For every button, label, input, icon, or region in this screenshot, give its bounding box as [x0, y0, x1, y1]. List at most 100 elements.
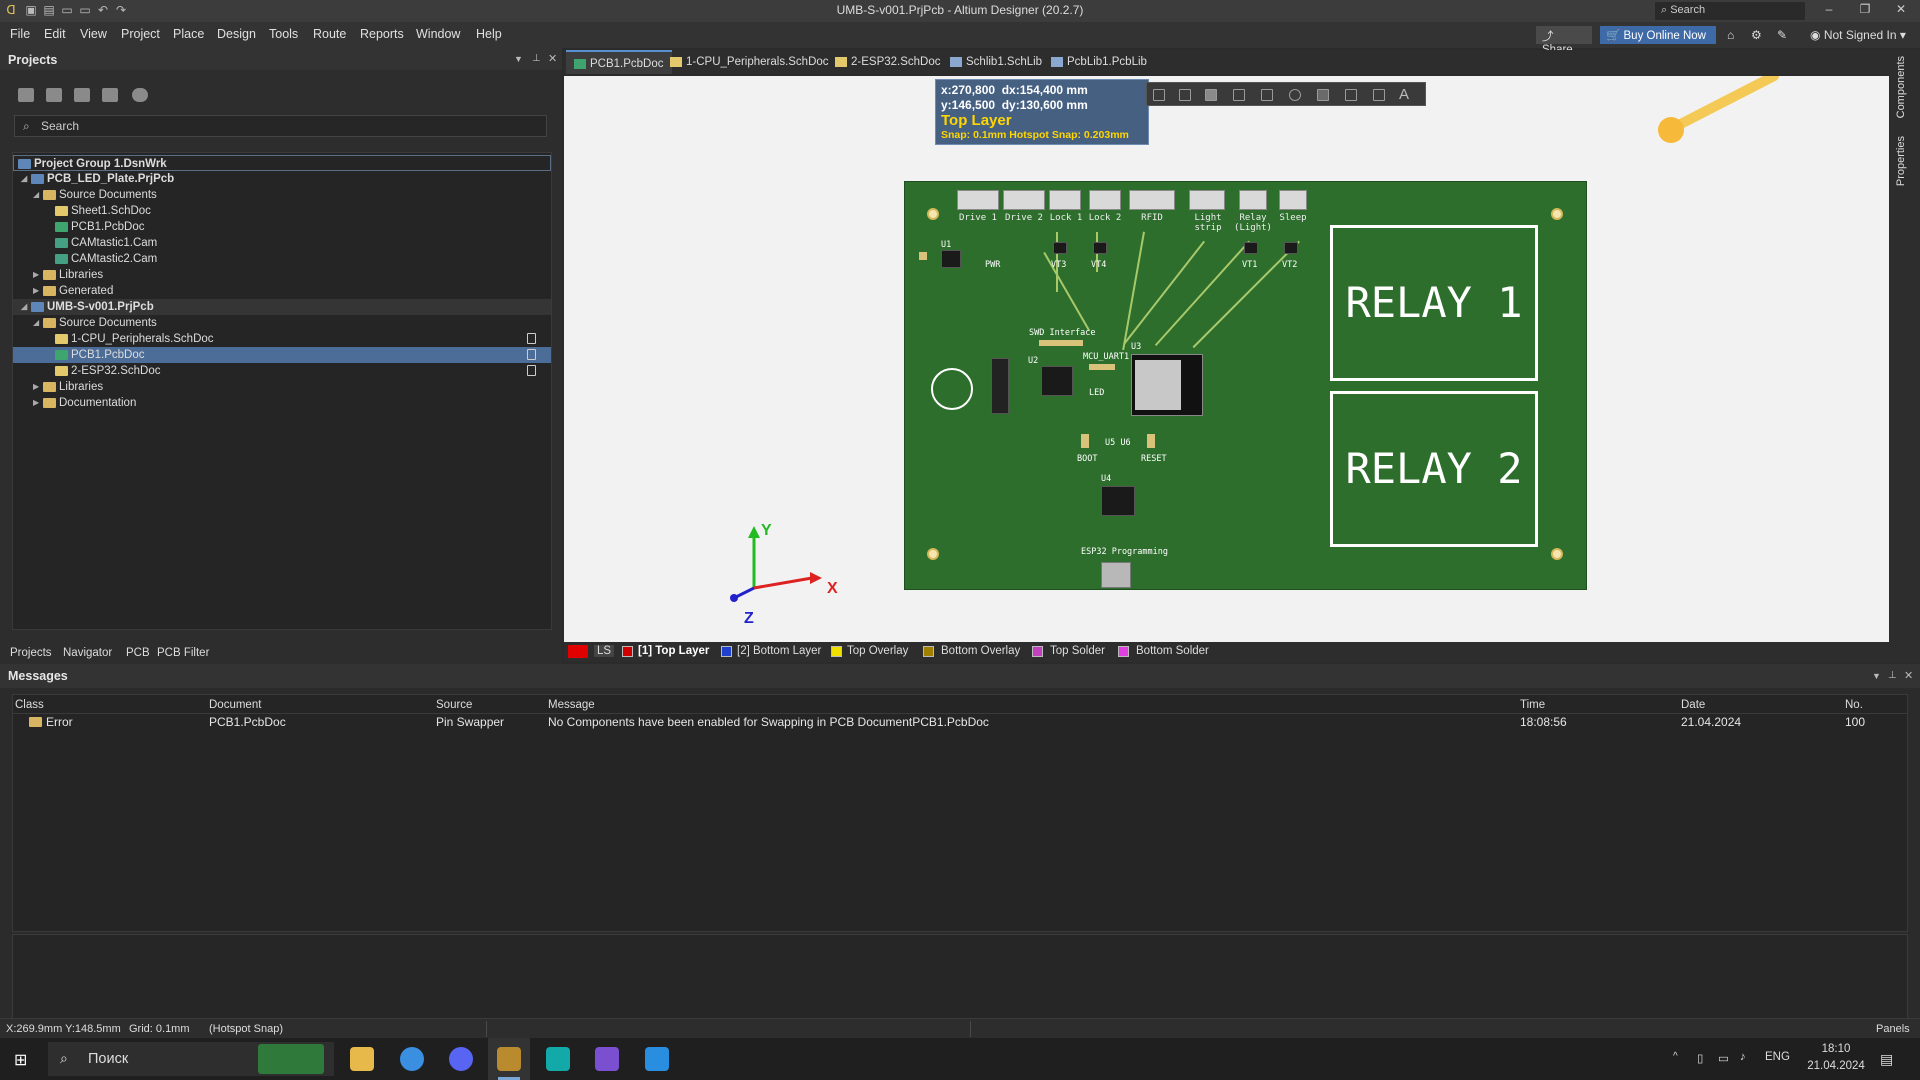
tree-folder-libraries[interactable]: ▶ Libraries — [13, 379, 551, 395]
col-document[interactable]: Document — [209, 699, 261, 711]
menu-route[interactable]: Route — [313, 27, 346, 41]
col-date[interactable]: Date — [1681, 699, 1705, 711]
menu-view[interactable]: View — [80, 27, 107, 41]
place-component-icon[interactable] — [1205, 89, 1217, 101]
layer-tab-bottom-solder[interactable]: Bottom Solder — [1136, 645, 1209, 657]
tray-volume-icon[interactable]: ♪ — [1740, 1051, 1746, 1063]
collapsed-arrow-icon[interactable]: ▶ — [33, 395, 39, 411]
gear-icon[interactable]: ⚙ — [1751, 28, 1762, 42]
chrome-icon[interactable] — [400, 1047, 424, 1071]
menu-reports[interactable]: Reports — [360, 27, 404, 41]
col-no[interactable]: No. — [1845, 699, 1863, 711]
tab-cpu-peripherals[interactable]: 1-CPU_Peripherals.SchDoc — [662, 50, 837, 74]
menu-place[interactable]: Place — [173, 27, 204, 41]
add-existing-icon[interactable] — [74, 88, 90, 102]
layer-tab-top-overlay[interactable]: Top Overlay — [847, 645, 908, 657]
vscode-icon[interactable] — [645, 1047, 669, 1071]
notifications-icon[interactable]: ✎ — [1777, 28, 1787, 42]
tab-pcb1-pcbdoc[interactable]: PCB1.PcbDoc — [566, 50, 672, 74]
tray-date[interactable]: 21.04.2024 — [1806, 1060, 1866, 1072]
fill-icon[interactable] — [1317, 89, 1329, 101]
panel-menu-icon[interactable]: ▼ — [514, 54, 523, 64]
panels-button[interactable]: Panels — [1876, 1023, 1910, 1035]
tree-folder-source[interactable]: ◢ Source Documents — [13, 315, 551, 331]
layer-tab-top-solder[interactable]: Top Solder — [1050, 645, 1105, 657]
save-project-icon[interactable] — [18, 88, 34, 102]
layer-tab-top[interactable]: [1] Top Layer — [638, 645, 709, 657]
table-row[interactable]: Error PCB1.PcbDoc Pin Swapper No Compone… — [13, 714, 1907, 730]
taskbar-search-input[interactable]: ⌕ Поиск — [48, 1042, 334, 1076]
via-icon[interactable] — [1289, 89, 1301, 101]
layer-swatch-bottom[interactable] — [721, 646, 732, 657]
obsidian-icon[interactable] — [595, 1047, 619, 1071]
dimension-icon[interactable] — [1373, 89, 1385, 101]
tree-doc[interactable]: 2-ESP32.SchDoc — [13, 363, 551, 379]
layer-swatch-top-overlay[interactable] — [831, 646, 842, 657]
region-icon[interactable] — [1345, 89, 1357, 101]
layer-swatch-top-solder[interactable] — [1032, 646, 1043, 657]
layer-set-button[interactable]: LS — [594, 645, 615, 657]
tab-pcb-filter[interactable]: PCB Filter — [157, 647, 209, 659]
discord-icon[interactable] — [449, 1047, 473, 1071]
tab-pcb[interactable]: PCB — [126, 647, 150, 659]
collapsed-arrow-icon[interactable]: ▶ — [33, 283, 39, 299]
layer-tab-bottom-overlay[interactable]: Bottom Overlay — [941, 645, 1020, 657]
tab-projects[interactable]: Projects — [10, 647, 52, 659]
tree-doc[interactable]: PCB1.PcbDoc — [13, 219, 551, 235]
interactive-route-icon[interactable] — [1261, 89, 1273, 101]
tree-doc[interactable]: CAMtastic2.Cam — [13, 251, 551, 267]
expanded-arrow-icon[interactable]: ◢ — [33, 315, 39, 331]
project-options-icon[interactable] — [132, 88, 148, 102]
tree-doc[interactable]: CAMtastic1.Cam — [13, 235, 551, 251]
tab-schlib[interactable]: Schlib1.SchLib — [942, 50, 1050, 74]
tab-components[interactable]: Components — [1895, 56, 1907, 118]
tray-time[interactable]: 18:10 — [1806, 1043, 1866, 1055]
tab-esp32[interactable]: 2-ESP32.SchDoc — [827, 50, 949, 74]
route-icon[interactable] — [1233, 89, 1245, 101]
close-doc-icon[interactable] — [102, 88, 118, 102]
tree-project-umb[interactable]: ◢ UMB-S-v001.PrjPcb — [13, 299, 551, 315]
layer-tab-bottom[interactable]: [2] Bottom Layer — [737, 645, 821, 657]
expanded-arrow-icon[interactable]: ◢ — [33, 187, 39, 203]
layer-swatch-bottom-overlay[interactable] — [923, 646, 934, 657]
tree-folder-documentation[interactable]: ▶ Documentation — [13, 395, 551, 411]
tree-folder-libraries[interactable]: ▶ Libraries — [13, 267, 551, 283]
tab-properties[interactable]: Properties — [1895, 136, 1907, 186]
menu-design[interactable]: Design — [217, 27, 256, 41]
col-time[interactable]: Time — [1520, 699, 1545, 711]
tray-language[interactable]: ENG — [1765, 1051, 1790, 1063]
layer-swatch-bottom-solder[interactable] — [1118, 646, 1129, 657]
collapsed-arrow-icon[interactable]: ▶ — [33, 267, 39, 283]
col-source[interactable]: Source — [436, 699, 472, 711]
close-button[interactable]: ✕ — [1886, 2, 1916, 20]
panel-menu-icon[interactable]: ▼ — [1872, 671, 1881, 681]
panel-close-icon[interactable]: ✕ — [1904, 669, 1913, 682]
menu-help[interactable]: Help — [476, 27, 502, 41]
tab-pcblib[interactable]: PcbLib1.PcbLib — [1043, 50, 1155, 74]
menu-tools[interactable]: Tools — [269, 27, 298, 41]
menu-window[interactable]: Window — [416, 27, 460, 41]
tree-folder-source[interactable]: ◢ Source Documents — [13, 187, 551, 203]
projects-search-input[interactable]: ⌕ Search — [14, 115, 547, 137]
pcb-board[interactable]: Drive 1 Drive 2 Lock 1 Lock 2 RFID Light… — [904, 181, 1587, 590]
tree-doc-selected[interactable]: PCB1.PcbDoc — [13, 347, 551, 363]
notification-center-icon[interactable]: ▤ — [1880, 1051, 1893, 1068]
filter-icon[interactable] — [1153, 89, 1165, 101]
minimize-button[interactable]: – — [1814, 2, 1844, 20]
menu-edit[interactable]: Edit — [44, 27, 66, 41]
panel-close-icon[interactable]: ✕ — [548, 52, 557, 65]
altium-taskbar-active[interactable] — [488, 1038, 530, 1080]
col-class[interactable]: Class — [15, 699, 44, 711]
select-icon[interactable] — [1179, 89, 1191, 101]
col-message[interactable]: Message — [548, 699, 595, 711]
pin-icon[interactable]: ⊥ — [1888, 670, 1897, 681]
account-menu[interactable]: ◉ Not Signed In ▾ — [1810, 28, 1906, 42]
tree-doc[interactable]: 1-CPU_Peripherals.SchDoc — [13, 331, 551, 347]
tray-battery-icon[interactable]: ▯ — [1697, 1051, 1703, 1065]
arduino-icon[interactable] — [546, 1047, 570, 1071]
tray-network-icon[interactable]: ▭ — [1718, 1051, 1729, 1065]
tree-project-led[interactable]: ◢ PCB_LED_Plate.PrjPcb — [13, 171, 551, 187]
compile-icon[interactable] — [46, 88, 62, 102]
tree-doc[interactable]: Sheet1.SchDoc — [13, 203, 551, 219]
text-icon[interactable]: A — [1399, 86, 1409, 103]
